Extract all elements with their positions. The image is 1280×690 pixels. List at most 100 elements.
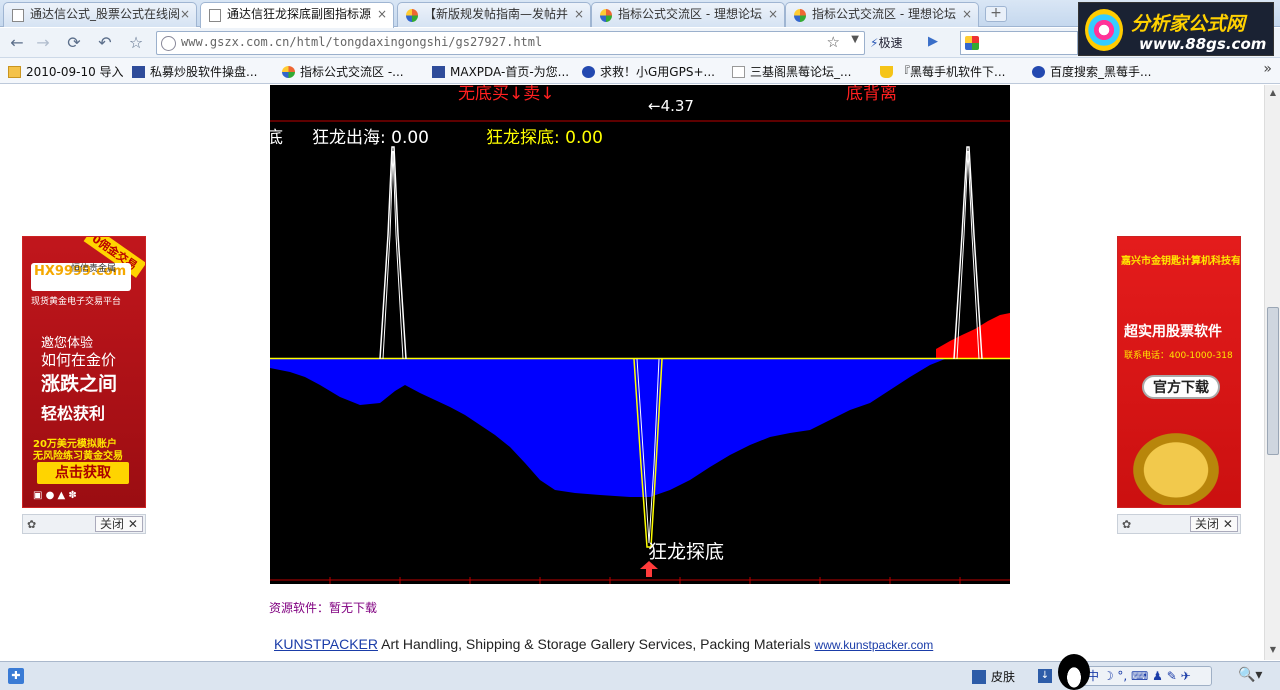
bookmark-item[interactable]: 私募炒股软件操盘... (132, 63, 257, 80)
bookmark-item[interactable]: MAXPDA-首页-为您... (432, 63, 569, 80)
skin-label: 皮肤 (991, 670, 1016, 684)
tab-2[interactable]: 通达信狂龙探底副图指标源 × (200, 2, 394, 28)
close-tab-icon[interactable]: × (962, 3, 972, 26)
bookmarks-bar: 2010-09-10 导入 私募炒股软件操盘... 指标公式交流区 -... M… (0, 58, 1280, 84)
skin-button[interactable]: 皮肤 (972, 668, 1015, 685)
chevron-down-icon[interactable]: ▼ (851, 34, 859, 45)
sponsor-description: Art Handling, Shipping & Storage Gallery… (377, 636, 815, 652)
red-area (936, 313, 1010, 359)
right-ad-banner[interactable]: 嘉兴市金钥匙计算机科技有限公司 超实用股票软件 联系电话：400-1000-31… (1117, 236, 1241, 508)
bookmark-item[interactable]: 2010-09-10 导入 (8, 63, 124, 80)
bookmark-label: 指标公式交流区 -... (300, 65, 404, 79)
page-icon (12, 9, 24, 22)
more-bookmarks-icon[interactable]: » (1263, 61, 1272, 77)
close-ad-button[interactable]: 关闭 ✕ (95, 516, 143, 532)
maxpda-icon (432, 66, 445, 78)
ad-phone: 联系电话：400-1000-318 (1124, 351, 1233, 361)
ime-toolbar[interactable]: 中 ☽ °, ⌨ ♟ ✎ ✈ (1080, 666, 1212, 686)
tab-label: 指标公式交流区 - 理想论坛 (618, 7, 762, 21)
bookmark-label: MAXPDA-首页-为您... (450, 65, 570, 79)
scroll-down-icon[interactable]: ▼ (1267, 645, 1279, 657)
vertical-scrollbar[interactable]: ▲ ▼ (1264, 85, 1280, 660)
play-icon[interactable]: ▶ (928, 34, 938, 49)
refresh-icon[interactable]: ⟳ (63, 32, 85, 54)
bookmark-item[interactable]: 求救！小G用GPS+... (582, 63, 715, 80)
ad-line-4: 轻松获利 (41, 404, 106, 423)
ad-line-3: 涨跌之间 (41, 373, 118, 395)
chart-top-label-left: 无底买↓卖↓ (458, 85, 555, 104)
bookmark-item[interactable]: 百度搜索_黑莓手... (1032, 63, 1151, 80)
bookmark-label: 求救！小G用GPS+... (600, 65, 715, 79)
close-tab-icon[interactable]: × (574, 3, 584, 26)
bookmark-label: 私募炒股软件操盘... (150, 65, 258, 79)
back-icon[interactable]: ← (6, 32, 28, 54)
left-ad-footer: ✿ 关闭 ✕ (22, 514, 146, 534)
tab-4[interactable]: 指标公式交流区 - 理想论坛 × (591, 2, 785, 27)
folder-icon (8, 66, 21, 78)
new-tab-button[interactable]: + (985, 6, 1007, 22)
speed-mode-button[interactable]: ⚡极速 (870, 34, 902, 51)
ad-download-button[interactable]: 官方下载 (1142, 375, 1220, 399)
bookmark-label: 百度搜索_黑莓手... (1050, 65, 1152, 79)
close-tab-icon[interactable]: × (377, 3, 387, 26)
favorite-star-icon[interactable]: ☆ (125, 32, 147, 54)
sponsor-link[interactable]: KUNSTPACKER (274, 636, 378, 652)
chart-legend-1: 狂龙出海: 0.00 (312, 128, 429, 148)
paw-icon: ✿ (27, 518, 37, 531)
download-icon[interactable]: ↓ (1038, 669, 1052, 683)
ad-brand-logo: HX9999.com 恒信贵金属 (31, 263, 131, 291)
indicator-chart-image: 无底买↓卖↓ 底背离 ←4.37 底 狂龙出海: 0.00 狂龙探底: 0.00… (270, 85, 1010, 584)
forward-icon[interactable]: → (32, 32, 54, 54)
scroll-up-icon[interactable]: ▲ (1267, 88, 1279, 100)
search-engine-icon[interactable] (965, 36, 979, 50)
chart-top-value-number: 4.37 (660, 97, 694, 115)
tab-label: 指标公式交流区 - 理想论坛 (812, 7, 956, 21)
indicator-chart-svg (270, 120, 1010, 584)
address-text: www.gszx.com.cn/html/tongdaxingongshi/gs… (181, 35, 543, 49)
search-input[interactable] (960, 31, 1078, 55)
tab-1[interactable]: 通达信公式_股票公式在线阅 × (3, 2, 197, 27)
bookmark-star-icon[interactable]: ☆ (827, 33, 840, 51)
bookmark-item[interactable]: 三基阁黑莓论坛_... (732, 63, 851, 80)
bookmark-label: 2010-09-10 导入 (26, 65, 124, 79)
site-icon (406, 9, 418, 22)
sponsor-url-link[interactable]: www.kunstpacker.com (815, 638, 934, 652)
sponsor-line: KUNSTPACKER Art Handling, Shipping & Sto… (274, 636, 933, 652)
ad-tagline: 现货黄金电子交易平台 (31, 297, 122, 307)
tab-label: 通达信狂龙探底副图指标源 (227, 7, 372, 21)
chart-legend-cut: 底 (270, 128, 283, 148)
ad-line-2: 如何在金价 (41, 351, 117, 369)
page-icon (732, 66, 745, 78)
status-bar: ✚ 皮肤 ↓ 中 ☽ °, ⌨ ♟ ✎ ✈ 🔍▾ (0, 654, 1280, 690)
resource-download-text: 资源软件：暂无下载 (269, 601, 378, 615)
right-ad-footer: ✿ 关闭 ✕ (1117, 514, 1241, 534)
bookmark-label: 三基阁黑莓论坛_... (750, 65, 852, 79)
qq-penguin-icon[interactable] (1058, 654, 1090, 690)
address-bar[interactable]: www.gszx.com.cn/html/tongdaxingongshi/gs… (156, 31, 865, 55)
ad-cta-button[interactable]: 点击获取 (37, 462, 129, 484)
flower-logo-icon (1085, 9, 1123, 51)
chart-top-label-right: 底背离 (846, 85, 897, 104)
scroll-thumb[interactable] (1267, 307, 1279, 455)
bookmark-item[interactable]: 『黑莓手机软件下... (880, 63, 1005, 80)
golden-bull-icon (1126, 427, 1226, 505)
chart-bottom-label: 狂龙探底 (648, 541, 725, 563)
logo-title: 分析家公式网 (1131, 13, 1246, 35)
site-icon (600, 9, 612, 22)
close-tab-icon[interactable]: × (180, 3, 190, 26)
zoom-icon[interactable]: 🔍▾ (1238, 667, 1262, 683)
tab-3[interactable]: 【新版规发帖指南—发帖并 × (397, 2, 591, 27)
page-content: 无底买↓卖↓ 底背离 ←4.37 底 狂龙出海: 0.00 狂龙探底: 0.00… (0, 85, 1264, 660)
tab-5[interactable]: 指标公式交流区 - 理想论坛 × (785, 2, 979, 27)
undo-icon[interactable]: ↶ (94, 32, 116, 54)
tab-label: 【新版规发帖指南—发帖并 (424, 7, 569, 21)
tab-label: 通达信公式_股票公式在线阅 (30, 7, 181, 21)
close-tab-icon[interactable]: × (768, 3, 778, 26)
paw-icon (1032, 66, 1045, 78)
bookmark-item[interactable]: 指标公式交流区 -... (282, 63, 404, 80)
blue-area (270, 359, 945, 497)
skin-icon (972, 670, 986, 684)
left-ad-banner[interactable]: 0佣金交易 HX9999.com 恒信贵金属 现货黄金电子交易平台 邀您体验 如… (22, 236, 146, 508)
close-ad-button[interactable]: 关闭 ✕ (1190, 516, 1238, 532)
puzzle-icon[interactable]: ✚ (8, 668, 24, 684)
